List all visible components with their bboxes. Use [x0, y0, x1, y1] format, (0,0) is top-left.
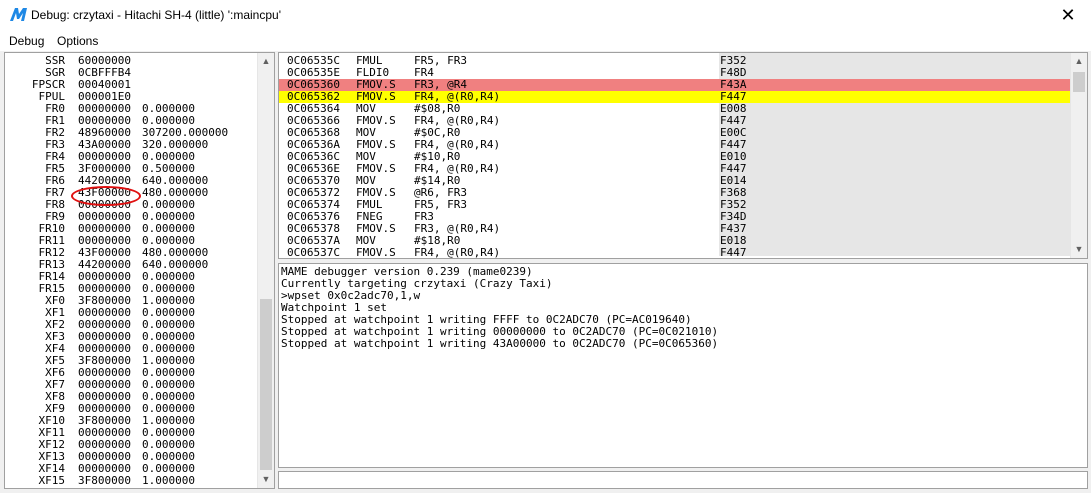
disasm-row[interactable]: 0C06537C FMOV.S FR4, @(R0,R4) F447: [279, 247, 1071, 259]
current-pc-row[interactable]: 0C065362 FMOV.S FR4, @(R0,R4) F447: [279, 91, 1071, 103]
console-output-panel[interactable]: MAME debugger version 0.239 (mame0239) Cu…: [278, 263, 1088, 468]
disasm-row[interactable]: 0C065378 FMOV.S FR3, @(R0,R4) F437: [279, 223, 1071, 235]
disasm-row[interactable]: 0C065374 FMUL FR5, FR3 F352: [279, 199, 1071, 211]
disasm-row[interactable]: 0C06536E FMOV.S FR4, @(R0,R4) F447: [279, 163, 1071, 175]
disasm-row[interactable]: 0C065364 MOV #$08,R0 E008: [279, 103, 1071, 115]
scroll-down-arrow-icon[interactable]: ▼: [258, 471, 274, 488]
registers-scroll-thumb[interactable]: [260, 299, 272, 470]
disasm-row[interactable]: 0C06535C FMUL FR5, FR3 F352: [279, 55, 1071, 67]
scroll-down-arrow-icon[interactable]: ▼: [1071, 241, 1087, 258]
title-bar: Debug: crzytaxi - Hitachi SH-4 (little) …: [0, 0, 1091, 31]
register-value: 3F800000: [78, 474, 131, 487]
register-name: XF15: [38, 474, 66, 487]
disasm-row[interactable]: 0C065376 FNEG FR3 F34D: [279, 211, 1071, 223]
menu-bar: Debug Options: [0, 31, 1091, 51]
disassembly-scrollbar[interactable]: ▲ ▼: [1070, 53, 1087, 258]
close-button[interactable]: ✕: [1045, 0, 1091, 31]
annotation-circle: [71, 186, 141, 206]
scroll-up-arrow-icon[interactable]: ▲: [258, 53, 274, 70]
disasm-row[interactable]: 0C065370 MOV #$14,R0 E014: [279, 175, 1071, 187]
registers-panel[interactable]: SSR 60000000 SGR 0CBFFFB4 FPSCR 00040001 FPUL 0…: [4, 52, 275, 489]
registers-scrollbar[interactable]: ▲ ▼: [257, 53, 274, 488]
disassembly-panel[interactable]: 0C06535C FMUL FR5, FR3 F352 0C06535E FLDI0 FR4…: [278, 52, 1088, 259]
disasm-hex: F447: [720, 246, 747, 259]
menu-debug[interactable]: Debug: [9, 34, 44, 48]
menu-options[interactable]: Options: [57, 34, 98, 48]
command-input[interactable]: [279, 472, 1087, 488]
disasm-row[interactable]: 0C065368 MOV #$0C,R0 E00C: [279, 127, 1071, 139]
disasm-row[interactable]: 0C065372 FMOV.S @R6, FR3 F368: [279, 187, 1071, 199]
console-line: Stopped at watchpoint 1 writing 43A00000…: [281, 337, 719, 350]
disasm-row[interactable]: 0C06536C MOV #$10,R0 E010: [279, 151, 1071, 163]
disasm-operands: FR4, @(R0,R4): [414, 246, 501, 259]
command-input-box[interactable]: [278, 471, 1088, 489]
disassembly-scroll-thumb[interactable]: [1073, 72, 1085, 92]
breakpoint-row[interactable]: 0C065360 FMOV.S FR3, @R4 F43A: [279, 79, 1071, 91]
disasm-address: 0C06537C: [287, 246, 340, 259]
disasm-opcode: FMOV.S: [356, 246, 396, 259]
window-title: Debug: crzytaxi - Hitachi SH-4 (little) …: [31, 8, 281, 22]
disasm-row[interactable]: 0C065366 FMOV.S FR4, @(R0,R4) F447: [279, 115, 1071, 127]
mame-logo-icon: [10, 8, 27, 21]
close-icon: ✕: [1060, 5, 1076, 25]
disasm-row[interactable]: 0C06537A MOV #$18,R0 E018: [279, 235, 1071, 247]
console-log: MAME debugger version 0.239 (mame0239) Cu…: [279, 266, 718, 350]
scroll-up-arrow-icon[interactable]: ▲: [1071, 53, 1087, 70]
register-float: 1.000000: [142, 474, 195, 487]
disasm-row[interactable]: 0C06536A FMOV.S FR4, @(R0,R4) F447: [279, 139, 1071, 151]
disasm-row[interactable]: 0C06535E FLDI0 FR4 F48D: [279, 67, 1071, 79]
